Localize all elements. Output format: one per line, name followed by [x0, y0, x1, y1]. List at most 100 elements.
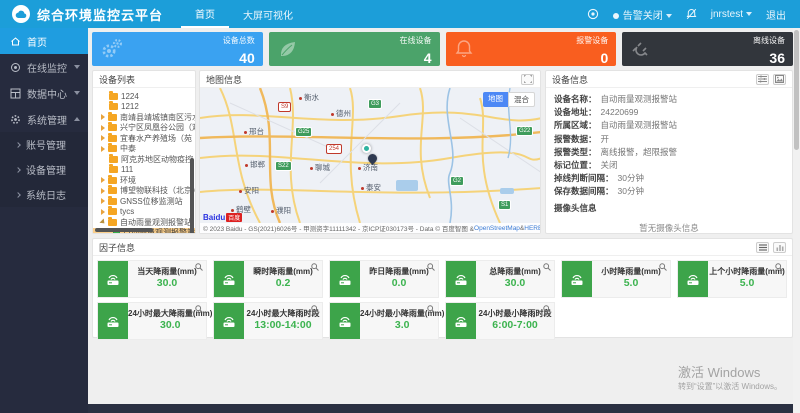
- tree-item[interactable]: 自动雨量观测报警站: [93, 216, 195, 228]
- sensor-icon: [562, 261, 592, 297]
- expander-icon[interactable]: [101, 198, 105, 205]
- factor-card: 上个小时降雨量(mm) 5.0: [677, 260, 787, 298]
- sidebar-item-account-mgmt[interactable]: 账号管理: [0, 132, 88, 157]
- tree-item[interactable]: 1212: [93, 101, 195, 113]
- tree-item[interactable]: tycs: [93, 206, 195, 218]
- sensor-icon: [330, 303, 360, 339]
- map-type-hybrid-button[interactable]: 混合: [508, 92, 535, 107]
- tree-item[interactable]: 阿克苏地区动物疫控: [93, 153, 195, 165]
- info-row: 报警类型： 离线报警，超限报警: [554, 146, 678, 157]
- stat-offline-devices: 离线设备 36: [622, 32, 793, 66]
- mute-bell-icon[interactable]: [686, 8, 697, 20]
- params-icon[interactable]: [756, 73, 769, 85]
- tree-item[interactable]: 环境: [93, 174, 195, 186]
- factor-row-2: 24小时最大降雨量(mm) 30.0 24小时最大降雨时段 13:00-14:00 …: [93, 302, 792, 340]
- sidebar-item-online-monitor[interactable]: 在线监控: [0, 54, 88, 80]
- top-menu-bigscreen[interactable]: 大屏可视化: [229, 0, 307, 28]
- sidebar: 首页 在线监控 数据中心 系统管理 账号管理 设备管理 系统日志: [0, 28, 88, 413]
- magnifier-icon[interactable]: [311, 263, 319, 271]
- map-canvas[interactable]: 衡水 德州 邢台 邯郸 聊城 安阳 鹤壁 濮阳 济南 泰安 S9 G25 254…: [200, 88, 540, 233]
- expander-icon[interactable]: [101, 145, 105, 152]
- chevron-right-icon: [15, 191, 21, 198]
- bell-icon: [454, 38, 474, 60]
- route-shield: S1: [498, 200, 512, 210]
- sidebar-item-home[interactable]: 首页: [0, 28, 88, 54]
- magnifier-icon[interactable]: [543, 305, 551, 313]
- magnifier-icon[interactable]: [195, 263, 203, 271]
- list-icon[interactable]: [756, 241, 769, 253]
- chart-icon[interactable]: [773, 241, 786, 253]
- logout-button[interactable]: 退出: [766, 7, 786, 22]
- expander-icon[interactable]: [101, 177, 105, 184]
- device-info-panel: 设备信息 设备名称： 自动雨量观测报警站 设备地址： 24220699 所属区域：自…: [545, 70, 793, 234]
- chevron-right-icon: [15, 166, 21, 173]
- alarm-toggle[interactable]: 告警关闭: [612, 7, 672, 22]
- grid-icon: [10, 88, 21, 99]
- tree-item[interactable]: 兴宁区凤凰谷公园（观: [93, 122, 195, 134]
- tree-item[interactable]: 中泰: [93, 143, 195, 155]
- map-city-label: 邯郸: [245, 159, 265, 170]
- magnifier-icon[interactable]: [775, 263, 783, 271]
- tree-item[interactable]: 南靖县靖城镇南区污水: [93, 111, 195, 123]
- user-menu[interactable]: jnrstest: [711, 9, 752, 20]
- here-link[interactable]: HERE: [524, 225, 540, 232]
- folder-icon: [109, 101, 118, 111]
- expand-icon[interactable]: [521, 73, 534, 85]
- camera-empty-text: 暂无摄像头信息: [639, 222, 699, 233]
- sidebar-item-data-center[interactable]: 数据中心: [0, 80, 88, 106]
- magnifier-icon[interactable]: [311, 305, 319, 313]
- expander-icon[interactable]: [101, 135, 105, 142]
- map-city-label: 聊城: [310, 162, 330, 173]
- map-city-label: 德州: [331, 108, 351, 119]
- plug-icon: [630, 38, 652, 60]
- sensor-icon: [214, 261, 244, 297]
- top-navbar: 综合环境监控云平台 首页 大屏可视化 告警关闭 jnrstest 退出: [0, 0, 800, 28]
- map-type-map-button[interactable]: 地图: [483, 92, 508, 107]
- magnifier-icon[interactable]: [427, 263, 435, 271]
- chevron-down-icon: [74, 91, 80, 95]
- magnifier-icon[interactable]: [543, 263, 551, 271]
- sensor-icon: [214, 303, 244, 339]
- page-scrollbar-thumb[interactable]: [794, 30, 799, 150]
- osm-link[interactable]: OpenStreetMap: [474, 225, 520, 232]
- route-shield: G22: [516, 126, 534, 136]
- footer-bar: [88, 404, 793, 413]
- leaf-icon: [277, 38, 299, 60]
- page-scrollbar[interactable]: [793, 28, 800, 413]
- sidebar-item-system-mgmt[interactable]: 系统管理: [0, 106, 88, 132]
- map-city-label: 衡水: [299, 92, 319, 103]
- device-marker-online[interactable]: [362, 144, 371, 153]
- expander-icon[interactable]: [101, 208, 105, 215]
- route-shield: S9: [278, 102, 292, 112]
- tree-horizontal-scrollbar[interactable]: [95, 228, 153, 232]
- factor-info-panel: 因子信息 当天降雨量(mm) 30.0 瞬时降雨量(mm) 0.2 昨日降雨量(mm…: [92, 238, 793, 340]
- gears-icon: [100, 38, 124, 60]
- tree-item[interactable]: 111: [93, 164, 195, 176]
- sidebar-item-device-mgmt[interactable]: 设备管理: [0, 157, 88, 182]
- magnifier-icon[interactable]: [195, 305, 203, 313]
- folder-icon: [108, 132, 117, 142]
- sidebar-item-system-log[interactable]: 系统日志: [0, 182, 88, 207]
- factor-card: 小时降雨量(mm) 5.0: [561, 260, 671, 298]
- device-list-title: 设备列表: [99, 74, 136, 85]
- top-menu-home[interactable]: 首页: [181, 0, 230, 28]
- tree-vertical-scrollbar[interactable]: [190, 158, 194, 233]
- tree-item[interactable]: 1224: [93, 90, 195, 102]
- image-icon[interactable]: [773, 73, 786, 85]
- expander-icon[interactable]: [101, 124, 105, 131]
- magnifier-icon[interactable]: [427, 305, 435, 313]
- map-title: 地图信息: [206, 74, 243, 85]
- tree-item[interactable]: GNSS位移监测站: [93, 195, 195, 207]
- chevron-down-icon: [74, 65, 80, 69]
- magnifier-icon[interactable]: [659, 263, 667, 271]
- expander-icon[interactable]: [101, 187, 105, 194]
- expander-open-icon[interactable]: [99, 218, 107, 226]
- route-shield: S22: [275, 161, 292, 171]
- tree-item[interactable]: 宜春水产养殖场（苑: [93, 132, 195, 144]
- app-title: 综合环境监控云平台: [37, 7, 164, 23]
- tree-item[interactable]: 博望物联科技（北京）: [93, 185, 195, 197]
- service-icon[interactable]: [587, 8, 599, 20]
- expander-icon[interactable]: [101, 114, 105, 121]
- factor-row-1: 当天降雨量(mm) 30.0 瞬时降雨量(mm) 0.2 昨日降雨量(mm) 0.0 …: [93, 260, 792, 298]
- stat-alarm-devices: 报警设备 0: [445, 32, 617, 66]
